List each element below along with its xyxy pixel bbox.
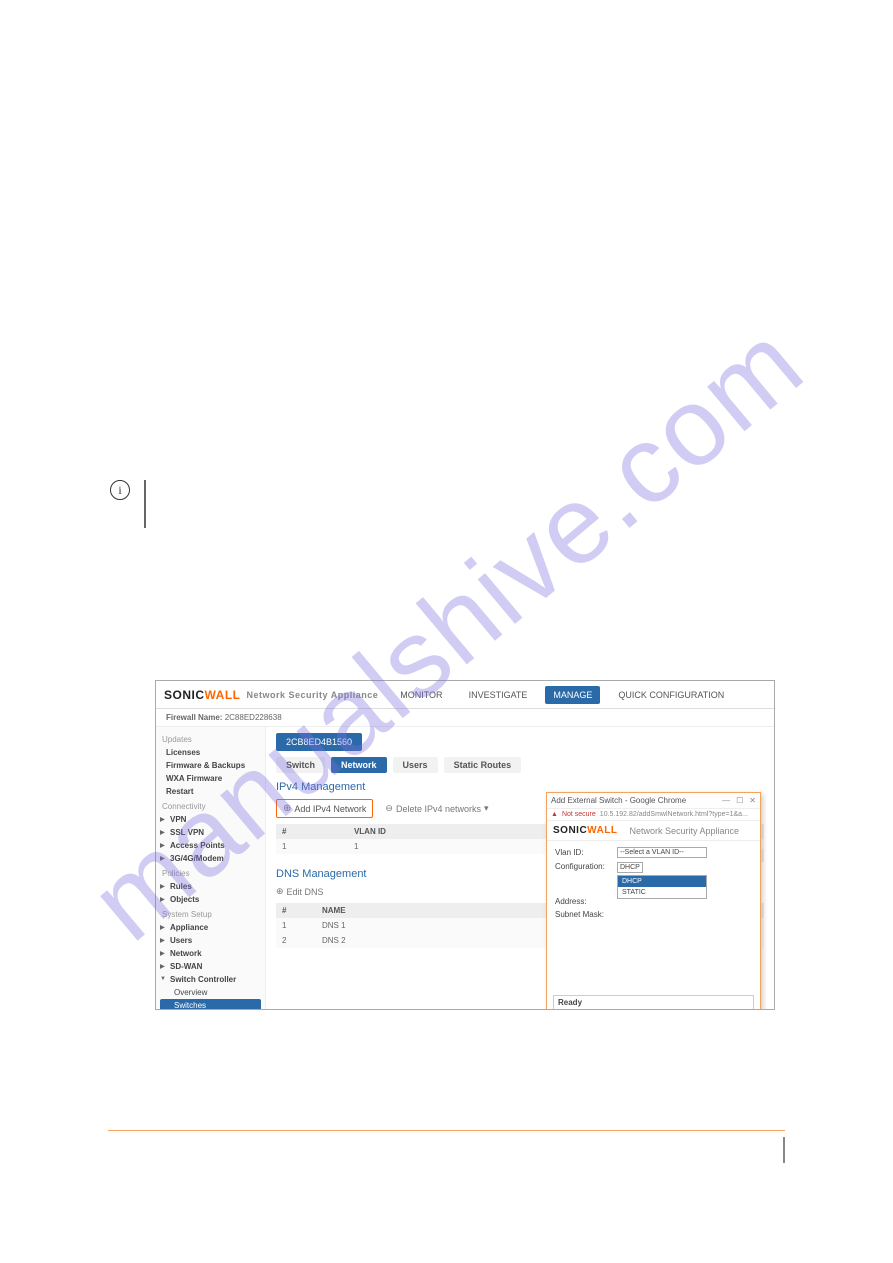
- dns-row1-num: 1: [276, 918, 316, 933]
- sidebar-item-sd-wan[interactable]: SD-WAN: [160, 960, 261, 973]
- sidebar-item-objects[interactable]: Objects: [160, 893, 261, 906]
- add-external-switch-dialog: Add External Switch - Google Chrome — ☐ …: [546, 792, 761, 1010]
- minus-icon: ⊖: [385, 803, 393, 814]
- app-name: Network Security Appliance: [247, 690, 379, 700]
- popup-logo-left: SONIC: [553, 825, 587, 836]
- ipv4-col-num: #: [276, 824, 348, 839]
- add-ipv4-label: Add IPv4 Network: [294, 804, 366, 814]
- tab-manage[interactable]: MANAGE: [545, 686, 600, 704]
- delete-ipv4-networks-button[interactable]: ⊖ Delete IPv4 networks ▾: [385, 803, 488, 814]
- delete-ipv4-label: Delete IPv4 networks: [396, 804, 481, 814]
- ipv4-row-vlan: 1: [348, 839, 540, 854]
- sidebar-item-firmware-backups[interactable]: Firmware & Backups: [160, 759, 261, 772]
- footer-bar: [783, 1137, 785, 1163]
- plus-icon: ⊕: [283, 803, 291, 814]
- device-tab[interactable]: 2CB8ED4B1560: [276, 733, 362, 751]
- sidebar-item-wxa-firmware[interactable]: WXA Firmware: [160, 772, 261, 785]
- sidebar-head-policies: Policies: [160, 865, 261, 880]
- sidebar-item-switch-controller[interactable]: Switch Controller: [160, 973, 261, 986]
- dns-col-num: #: [276, 903, 316, 918]
- edit-dns-label: Edit DNS: [287, 887, 324, 897]
- firewall-name-label: Firewall Name:: [166, 713, 222, 722]
- tab-investigate[interactable]: INVESTIGATE: [461, 686, 536, 704]
- subtab-network[interactable]: Network: [331, 757, 387, 773]
- ipv4-row-num: 1: [276, 839, 348, 854]
- not-secure-label: Not secure: [562, 811, 596, 818]
- subtab-static-routes[interactable]: Static Routes: [444, 757, 522, 773]
- app-screenshot: SONICWALL Network Security Appliance MON…: [155, 680, 775, 1010]
- window-maximize-icon[interactable]: ☐: [736, 796, 743, 805]
- subtab-users[interactable]: Users: [393, 757, 438, 773]
- logo-right: WALL: [205, 688, 241, 702]
- tab-monitor[interactable]: MONITOR: [392, 686, 450, 704]
- popup-url-text: 10.5.192.82/addSmwlNetwork.html?type=1&a…: [600, 811, 748, 818]
- main-content: 2CB8ED4B1560 Switch Network Users Static…: [266, 727, 774, 1010]
- popup-logo: SONICWALL: [553, 825, 618, 836]
- window-close-icon[interactable]: ✕: [749, 796, 756, 805]
- note-divider: [144, 480, 146, 528]
- popup-logo-right: WALL: [587, 825, 617, 836]
- chevron-down-icon: ▾: [484, 803, 489, 814]
- sidebar-item-licenses[interactable]: Licenses: [160, 746, 261, 759]
- popup-appname: Network Security Appliance: [630, 826, 740, 836]
- sidebar-item-network[interactable]: Network: [160, 947, 261, 960]
- sidebar-item-appliance[interactable]: Appliance: [160, 921, 261, 934]
- logo-left: SONIC: [164, 688, 205, 702]
- configuration-label: Configuration:: [555, 862, 611, 871]
- top-nav: MONITOR INVESTIGATE MANAGE QUICK CONFIGU…: [392, 686, 732, 704]
- sidebar-item-users[interactable]: Users: [160, 934, 261, 947]
- firewall-name-row: Firewall Name: 2C88ED228638: [156, 709, 774, 727]
- dns-row2-num: 2: [276, 933, 316, 948]
- sidebar-item-vpn[interactable]: VPN: [160, 813, 261, 826]
- not-secure-icon: ▲: [551, 811, 558, 818]
- subtab-switch[interactable]: Switch: [276, 757, 325, 773]
- window-minimize-icon[interactable]: —: [722, 796, 730, 805]
- sidebar-item-rules[interactable]: Rules: [160, 880, 261, 893]
- status-text: Ready: [553, 995, 754, 1010]
- sidebar-item-restart[interactable]: Restart: [160, 785, 261, 798]
- page-footer: [108, 1130, 785, 1131]
- sidebar-head-connectivity: Connectivity: [160, 798, 261, 813]
- sidebar-item-access-points[interactable]: Access Points: [160, 839, 261, 852]
- subnet-mask-label: Subnet Mask:: [555, 910, 611, 919]
- edit-dns-button[interactable]: ⊕ Edit DNS: [276, 886, 324, 897]
- add-ipv4-network-button[interactable]: ⊕ Add IPv4 Network: [276, 799, 373, 818]
- tab-quick-config[interactable]: QUICK CONFIGURATION: [610, 686, 732, 704]
- address-label: Address:: [555, 897, 611, 906]
- firewall-name-value: 2C88ED228638: [225, 713, 282, 722]
- vlan-id-select[interactable]: --Select a VLAN ID--: [617, 847, 707, 858]
- sidebar-item-overview[interactable]: Overview: [160, 986, 261, 999]
- popup-title-text: Add External Switch - Google Chrome: [551, 796, 686, 805]
- configuration-dropdown-list: DHCP STATIC: [617, 875, 707, 899]
- app-logo: SONICWALL Network Security Appliance: [164, 688, 378, 702]
- configuration-select[interactable]: DHCP: [617, 862, 643, 873]
- config-option-dhcp[interactable]: DHCP: [618, 876, 706, 887]
- vlan-id-label: Vlan ID:: [555, 848, 611, 857]
- edit-icon: ⊕: [276, 886, 284, 897]
- sidebar-head-updates: Updates: [160, 731, 261, 746]
- sidebar-head-system-setup: System Setup: [160, 906, 261, 921]
- info-icon: i: [110, 480, 130, 500]
- sidebar-item-3g4g-modem[interactable]: 3G/4G/Modem: [160, 852, 261, 865]
- app-header: SONICWALL Network Security Appliance MON…: [156, 681, 774, 709]
- sub-tabs: Switch Network Users Static Routes: [276, 757, 764, 773]
- sidebar-item-switches[interactable]: Switches: [160, 999, 261, 1010]
- sidebar-item-ssl-vpn[interactable]: SSL VPN: [160, 826, 261, 839]
- ipv4-col-vlan: VLAN ID: [348, 824, 540, 839]
- note-block: i: [110, 480, 146, 528]
- sidebar: Updates Licenses Firmware & Backups WXA …: [156, 727, 266, 1010]
- config-option-static[interactable]: STATIC: [618, 887, 706, 898]
